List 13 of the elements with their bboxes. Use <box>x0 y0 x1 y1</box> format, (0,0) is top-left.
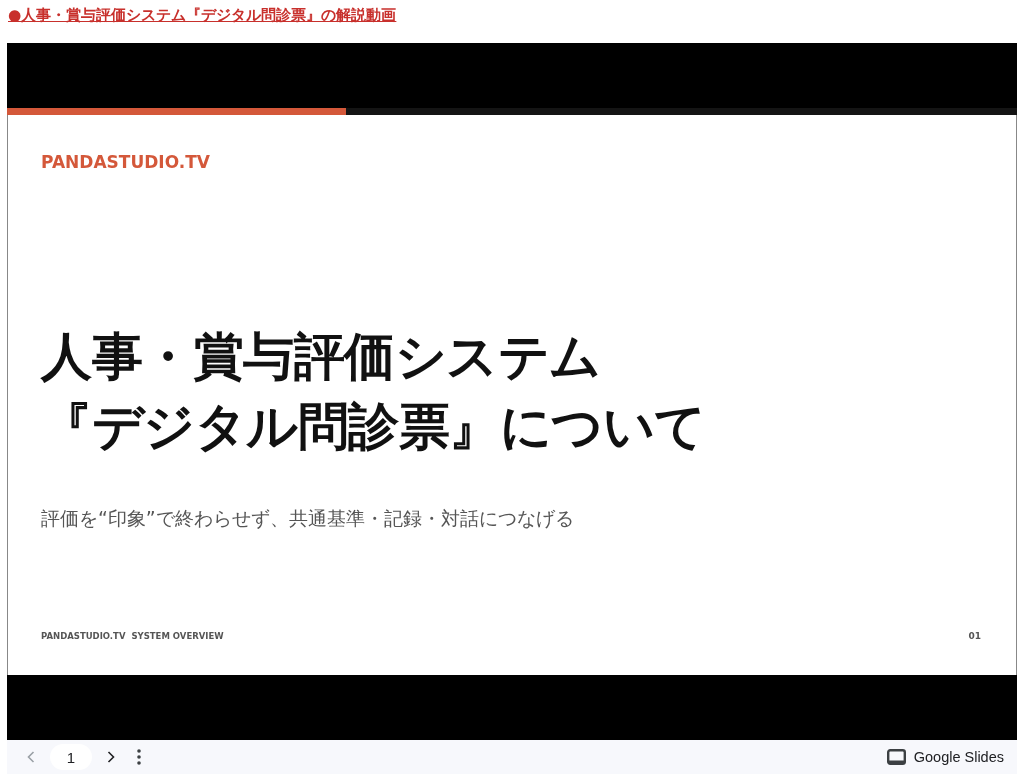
video-link[interactable]: ●人事・賞与評価システム『デジタル問診票』の解説動画 <box>8 6 397 24</box>
chevron-right-icon <box>107 751 115 763</box>
page-number-field[interactable]: 1 <box>50 744 92 770</box>
slide-title: 人事・賞与評価システム 『デジタル問診票』について <box>41 326 706 458</box>
more-options-button[interactable] <box>135 747 143 767</box>
slide-footer: PANDASTUDIO.TV SYSTEM OVERVIEW <box>41 629 224 643</box>
google-slides-link[interactable]: Google Slides <box>886 749 1004 765</box>
slide-number: 01 <box>968 630 981 643</box>
slide-subtitle: 評価を“印象”で終わらせず、共通基準・記録・対話につなげる <box>41 506 574 531</box>
more-vertical-icon <box>137 749 141 765</box>
chevron-left-icon <box>27 751 35 763</box>
brand-name: PANDASTUDIO.TV <box>41 151 210 173</box>
presentation-icon <box>886 749 906 765</box>
